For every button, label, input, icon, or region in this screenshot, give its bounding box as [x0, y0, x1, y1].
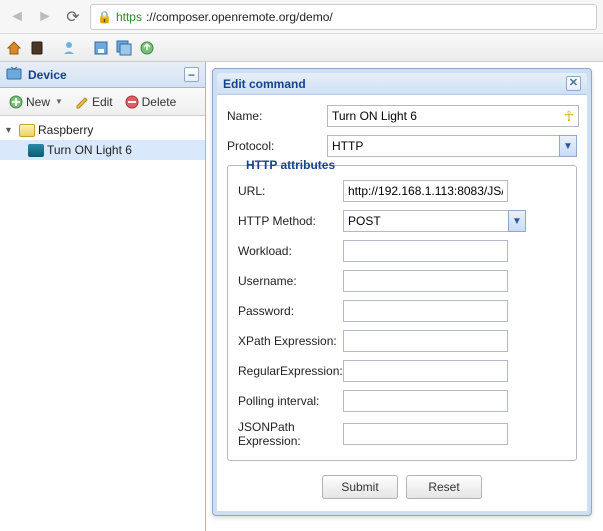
- url-rest: ://composer.openremote.org/demo/: [146, 10, 333, 24]
- url-scheme: https: [116, 10, 142, 24]
- dialog-header[interactable]: Edit command ✕: [217, 73, 587, 95]
- user-icon[interactable]: [59, 38, 79, 58]
- delete-label: Delete: [142, 95, 177, 109]
- jsonpath-label: JSONPath Expression:: [238, 420, 343, 448]
- tree-root-label: Raspberry: [38, 123, 93, 137]
- protocol-select[interactable]: [327, 135, 559, 157]
- address-bar[interactable]: 🔒 https ://composer.openremote.org/demo/: [90, 4, 597, 30]
- xpath-input[interactable]: [343, 330, 508, 352]
- regex-label: RegularExpression:: [238, 364, 343, 378]
- edit-label: Edit: [92, 95, 113, 109]
- password-input[interactable]: [343, 300, 508, 322]
- minus-icon: [125, 95, 139, 109]
- reload-button[interactable]: ⟳: [62, 6, 84, 28]
- command-icon: [28, 144, 44, 157]
- back-button[interactable]: ◄: [6, 6, 28, 28]
- xpath-label: XPath Expression:: [238, 334, 343, 348]
- edit-command-dialog: Edit command ✕ Name: ☥ Protocol: ▼: [212, 68, 592, 516]
- tree-item-command[interactable]: Turn ON Light 6: [0, 140, 205, 160]
- name-label: Name:: [227, 109, 327, 123]
- book-icon[interactable]: [27, 38, 47, 58]
- regex-input[interactable]: [343, 360, 508, 382]
- export-icon[interactable]: [137, 38, 157, 58]
- tree-item-label: Turn ON Light 6: [47, 143, 132, 157]
- submit-button[interactable]: Submit: [322, 475, 398, 499]
- reset-button[interactable]: Reset: [406, 475, 482, 499]
- tree-expander-icon[interactable]: ▾: [6, 125, 16, 136]
- folder-icon: [19, 124, 35, 137]
- plus-icon: [9, 95, 23, 109]
- protocol-dropdown-button[interactable]: ▼: [559, 135, 577, 157]
- device-panel-header: Device −: [0, 62, 205, 88]
- tv-icon: [6, 66, 22, 83]
- browser-chrome: ◄ ► ⟳ 🔒 https ://composer.openremote.org/…: [0, 0, 603, 34]
- password-label: Password:: [238, 304, 343, 318]
- save-all-icon[interactable]: [114, 38, 134, 58]
- main-area: Device − New ▼ Edit Delete ▾ Raspberry: [0, 62, 603, 531]
- lock-icon: 🔒: [97, 10, 112, 24]
- url-input[interactable]: [343, 180, 508, 202]
- close-button[interactable]: ✕: [566, 76, 581, 91]
- jsonpath-input[interactable]: [343, 423, 508, 445]
- dialog-title: Edit command: [223, 77, 306, 91]
- username-input[interactable]: [343, 270, 508, 292]
- polling-label: Polling interval:: [238, 394, 343, 408]
- device-tree: ▾ Raspberry Turn ON Light 6: [0, 116, 205, 164]
- protocol-label: Protocol:: [227, 139, 327, 153]
- tree-root-raspberry[interactable]: ▾ Raspberry: [0, 120, 205, 140]
- username-label: Username:: [238, 274, 343, 288]
- url-label: URL:: [238, 184, 343, 198]
- method-dropdown-button[interactable]: ▼: [508, 210, 526, 232]
- device-toolbar: New ▼ Edit Delete: [0, 88, 205, 116]
- http-attributes-fieldset: HTTP attributes URL: HTTP Method: ▼: [227, 165, 577, 461]
- name-input[interactable]: [327, 105, 579, 127]
- save-icon[interactable]: [91, 38, 111, 58]
- device-panel: Device − New ▼ Edit Delete ▾ Raspberry: [0, 62, 206, 531]
- chevron-down-icon: ▼: [55, 97, 63, 106]
- app-toolbar: [0, 34, 603, 62]
- device-panel-title: Device: [28, 68, 67, 82]
- method-select[interactable]: [343, 210, 508, 232]
- edit-button[interactable]: Edit: [70, 93, 118, 111]
- dialog-body: Name: ☥ Protocol: ▼ HTTP attributes U: [217, 95, 587, 465]
- center-area: Edit command ✕ Name: ☥ Protocol: ▼: [206, 62, 603, 531]
- method-label: HTTP Method:: [238, 214, 343, 228]
- home-icon[interactable]: [4, 38, 24, 58]
- delete-button[interactable]: Delete: [120, 93, 182, 111]
- collapse-button[interactable]: −: [184, 67, 199, 82]
- workload-input[interactable]: [343, 240, 508, 262]
- new-button[interactable]: New ▼: [4, 93, 68, 111]
- workload-label: Workload:: [238, 244, 343, 258]
- dialog-buttons: Submit Reset: [217, 465, 587, 511]
- polling-input[interactable]: [343, 390, 508, 412]
- new-label: New: [26, 95, 50, 109]
- forward-button[interactable]: ►: [34, 6, 56, 28]
- pencil-icon: [75, 95, 89, 109]
